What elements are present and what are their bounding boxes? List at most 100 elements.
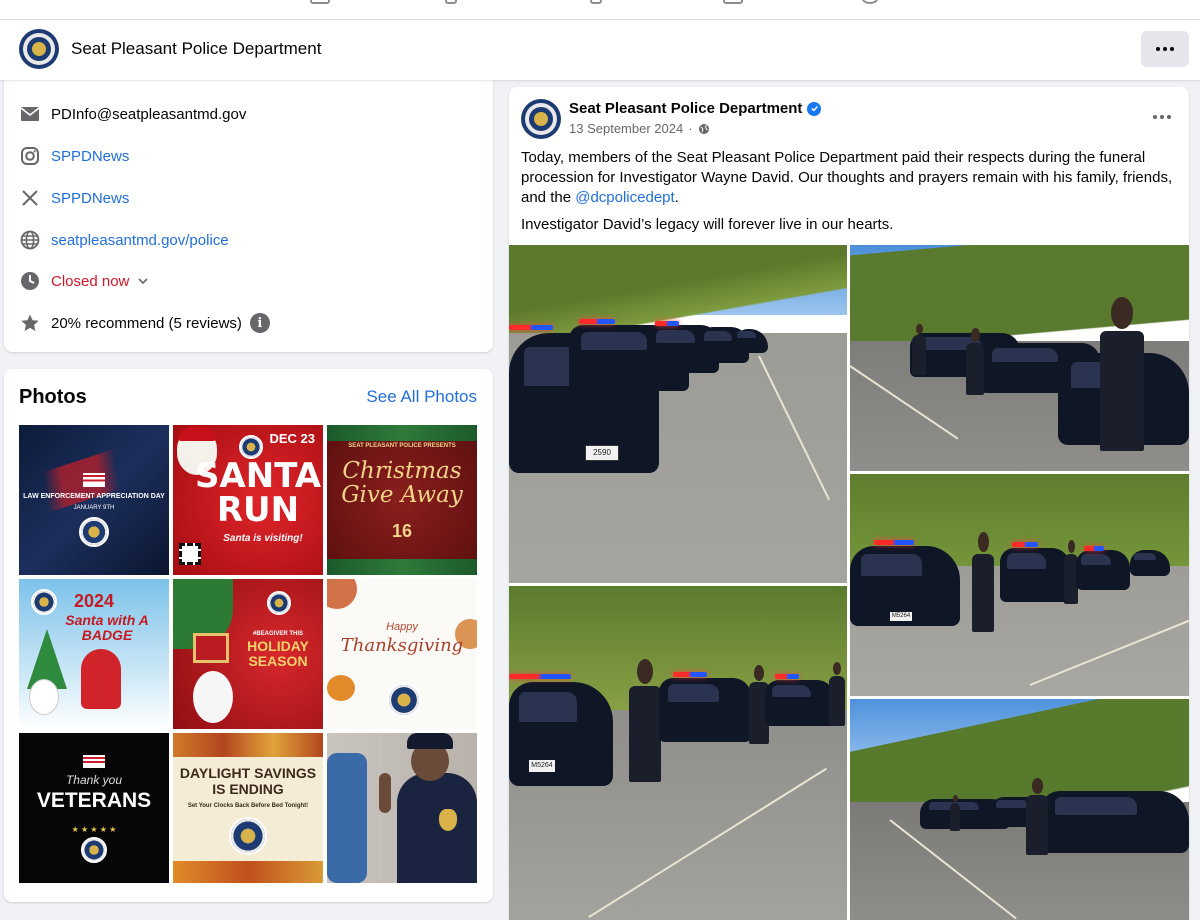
- photo-tile[interactable]: Happy Thanksgiving: [327, 579, 477, 729]
- intro-website-row: seatpleasantmd.gov/police: [19, 228, 229, 252]
- intro-instagram-link[interactable]: SPPDNews: [51, 148, 129, 165]
- photo-tile[interactable]: [327, 733, 477, 883]
- instagram-icon: [19, 145, 41, 167]
- license-plate: 2590: [585, 445, 619, 461]
- emergency-lights: [874, 540, 914, 545]
- tile-subcaption: JANUARY 9TH: [73, 505, 115, 511]
- police-car: [1000, 548, 1070, 602]
- intro-email[interactable]: PDInfo@seatpleasantmd.gov: [51, 106, 246, 123]
- post-image[interactable]: M5264: [509, 586, 847, 920]
- page-title[interactable]: Seat Pleasant Police Department: [71, 39, 321, 59]
- globe-icon: [698, 123, 709, 134]
- photo-tile[interactable]: DAYLIGHT SAVINGS IS ENDING Set Your Cloc…: [173, 733, 323, 883]
- emergency-lights: [655, 321, 679, 326]
- nav-home-icon[interactable]: [310, 0, 330, 4]
- gift-box: [193, 633, 229, 663]
- snowman: [193, 671, 233, 723]
- tile-subcaption: 16: [391, 521, 413, 541]
- chevron-down-icon[interactable]: [137, 275, 149, 287]
- intro-website-link[interactable]: seatpleasantmd.gov/police: [51, 232, 229, 249]
- police-car: [659, 678, 751, 742]
- department-seal: [387, 683, 421, 717]
- santa-figure: [81, 649, 121, 709]
- garland: [327, 559, 477, 575]
- stars: ★ ★ ★ ★ ★: [71, 825, 117, 834]
- raised-hand: [379, 773, 391, 813]
- tile-extra: SEAT PLEASANT POLICE PRESENTS: [348, 443, 456, 449]
- qr-code: [179, 543, 201, 565]
- x-logo-icon: [19, 187, 41, 209]
- page-more-button[interactable]: [1141, 31, 1189, 67]
- photo-tile[interactable]: SEAT PLEASANT POLICE PRESENTS Christmas …: [327, 425, 477, 575]
- intro-recommend-row: 20% recommend (5 reviews) i: [19, 311, 270, 335]
- post-text-paragraph: Investigator David’s legacy will forever…: [521, 216, 894, 233]
- page-header: Seat Pleasant Police Department: [0, 20, 1200, 80]
- police-car: [509, 682, 613, 786]
- officer-uniform: [397, 773, 477, 883]
- post-image[interactable]: [850, 699, 1189, 920]
- emergency-lights: [1084, 546, 1104, 551]
- department-seal: [267, 591, 291, 615]
- info-icon[interactable]: i: [249, 313, 270, 333]
- email-icon: [19, 103, 41, 125]
- intro-x-row: SPPDNews: [19, 186, 129, 210]
- photos-grid: LAW ENFORCEMENT APPRECIATION DAY JANUARY…: [19, 425, 477, 883]
- post-date[interactable]: 13 September 2024: [569, 121, 683, 136]
- tile-subcaption: Happy: [386, 621, 418, 633]
- nav-marketplace-icon[interactable]: [590, 0, 602, 4]
- intro-hours-row[interactable]: Closed now: [19, 269, 149, 293]
- photos-title: Photos: [19, 386, 87, 408]
- police-car: [1076, 550, 1130, 590]
- photo-tile[interactable]: LAW ENFORCEMENT APPRECIATION DAY JANUARY…: [19, 425, 169, 575]
- tile-caption: DAYLIGHT SAVINGS IS ENDING: [179, 765, 317, 797]
- hours-status[interactable]: Closed now: [51, 273, 129, 290]
- tile-caption: Thanksgiving: [340, 635, 464, 656]
- see-all-photos-link[interactable]: See All Photos: [366, 387, 477, 407]
- officer: [1100, 297, 1144, 451]
- license-plate: M5264: [529, 760, 555, 772]
- emergency-lights: [509, 674, 571, 679]
- us-flag-icon: [83, 755, 105, 768]
- tile-caption: VETERANS: [36, 789, 152, 812]
- nav-gaming-icon[interactable]: [862, 0, 878, 4]
- photo-tile[interactable]: 2024 Santa with A BADGE: [19, 579, 169, 729]
- post-image[interactable]: [850, 245, 1189, 471]
- post-image[interactable]: 2590: [509, 245, 847, 583]
- page-avatar[interactable]: [19, 29, 59, 69]
- tile-caption: HOLIDAY SEASON: [247, 638, 309, 669]
- officer: [972, 532, 994, 632]
- post-more-button[interactable]: [1153, 115, 1171, 119]
- post-body: Today, members of the Seat Pleasant Poli…: [521, 148, 1177, 242]
- tile-caption: Christmas Give Away: [341, 458, 463, 508]
- intro-email-row: PDInfo@seatpleasantmd.gov: [19, 102, 246, 126]
- nav-video-icon[interactable]: [445, 0, 457, 4]
- license-plate: M5264: [890, 612, 912, 621]
- tile-subcaption: Set Your Clocks Back Before Bed Tonight!: [187, 803, 309, 809]
- autumn-leaf: [327, 579, 357, 609]
- clock-icon: [19, 270, 41, 292]
- intro-x-link[interactable]: SPPDNews: [51, 190, 129, 207]
- photo-tile[interactable]: #BEAGIVER THIS HOLIDAY SEASON: [173, 579, 323, 729]
- pumpkin: [327, 675, 355, 701]
- tile-caption: SANTA RUN: [194, 456, 322, 530]
- emergency-lights: [509, 325, 553, 330]
- nav-groups-icon[interactable]: [723, 0, 743, 4]
- department-seal: [31, 589, 57, 615]
- emergency-lights: [775, 674, 799, 679]
- post-author-avatar[interactable]: [521, 99, 561, 139]
- department-seal: [229, 817, 267, 855]
- post-author-name[interactable]: Seat Pleasant Police Department: [569, 100, 802, 117]
- badge-patch: [439, 809, 457, 831]
- police-car: [765, 680, 835, 726]
- emergency-lights: [1012, 542, 1038, 547]
- post-card: Seat Pleasant Police Department 13 Septe…: [509, 87, 1189, 920]
- photo-tile[interactable]: DEC 23 SANTA RUN Santa is visiting!: [173, 425, 323, 575]
- emergency-lights: [579, 319, 615, 324]
- photo-tile[interactable]: Thank you VETERANS ★ ★ ★ ★ ★: [19, 733, 169, 883]
- us-flag-icon: [83, 473, 105, 487]
- background-person: [327, 753, 367, 883]
- santa-hat: [179, 427, 215, 441]
- mention-link[interactable]: @dcpolicedept: [575, 189, 674, 206]
- post-image[interactable]: M5264: [850, 474, 1189, 696]
- post-author: Seat Pleasant Police Department: [569, 100, 822, 117]
